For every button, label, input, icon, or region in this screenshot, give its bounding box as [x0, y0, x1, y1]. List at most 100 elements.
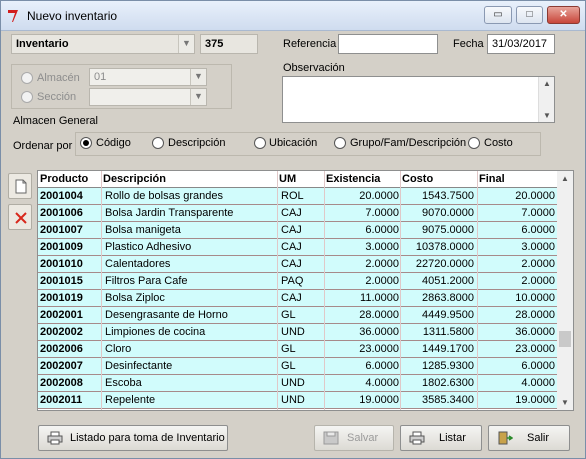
- cell-final: 4.0000: [521, 377, 555, 389]
- cell-um: UND: [281, 377, 305, 389]
- sort-label-codigo: Código: [96, 137, 131, 149]
- table-row[interactable]: 2002006 Cloro GL 23.0000 1449.1700 23.0000: [38, 341, 558, 358]
- table-row[interactable]: 2001007 Bolsa manigeta CAJ 6.0000 9075.0000 6…: [38, 222, 558, 239]
- close-button[interactable]: ✕: [547, 6, 580, 24]
- inventory-type-value: Inventario: [16, 38, 69, 50]
- observacion-textarea[interactable]: ▲ ▼: [282, 76, 555, 123]
- title-bar[interactable]: Nuevo inventario ▭ □ ✕: [1, 1, 585, 31]
- salir-button[interactable]: Salir: [488, 425, 570, 451]
- cell-producto: 2001009: [40, 241, 83, 253]
- inventory-type-select[interactable]: Inventario ▼: [11, 34, 195, 54]
- table-row[interactable]: 2002007 Desinfectante GL 6.0000 1285.9300 6.0…: [38, 358, 558, 375]
- cell-costo: 1449.1700: [422, 343, 474, 355]
- ordenar-label: Ordenar por: [13, 140, 73, 152]
- sort-radio-descripcion[interactable]: [152, 137, 164, 149]
- table-row[interactable]: 2002001 Desengrasante de Horno GL 28.0000 44…: [38, 307, 558, 324]
- chevron-down-icon: ▼: [178, 35, 194, 53]
- table-row[interactable]: 2002008 Escoba UND 4.0000 1802.6300 4.0000: [38, 375, 558, 392]
- cell-existencia: 36.0000: [359, 326, 399, 338]
- cell-existencia: 2.0000: [365, 258, 399, 270]
- sort-radio-costo[interactable]: [468, 137, 480, 149]
- scroll-down-icon[interactable]: ▼: [543, 111, 551, 120]
- col-header-existencia[interactable]: Existencia: [326, 173, 380, 185]
- table-row[interactable]: 2001010 Calentadores CAJ 2.0000 22720.0000 2.…: [38, 256, 558, 273]
- inventory-number-field: 375: [200, 34, 258, 54]
- cell-final: 20.0000: [515, 190, 555, 202]
- scroll-up-icon[interactable]: ▲: [543, 79, 551, 88]
- cell-producto: 2002007: [40, 360, 83, 372]
- scroll-down-icon[interactable]: ▼: [561, 398, 569, 407]
- col-header-final[interactable]: Final: [479, 173, 505, 185]
- table-row[interactable]: 2002002 Limpiones de cocina UND 36.0000 1311…: [38, 324, 558, 341]
- cell-um: CAJ: [281, 292, 302, 304]
- cell-um: CAJ: [281, 258, 302, 270]
- sort-radio-codigo[interactable]: [80, 137, 92, 149]
- col-header-descripcion[interactable]: Descripción: [103, 173, 166, 185]
- scroll-up-icon[interactable]: ▲: [561, 174, 569, 183]
- cell-um: UND: [281, 394, 305, 406]
- table-row[interactable]: 2001004 Rollo de bolsas grandes ROL 20.0000…: [38, 188, 558, 205]
- table-row[interactable]: 2001009 Plastico Adhesivo CAJ 3.0000 10378.0…: [38, 239, 558, 256]
- cell-existencia: 6.0000: [365, 360, 399, 372]
- cell-producto: 2001015: [40, 275, 83, 287]
- cell-producto: 2001019: [40, 292, 83, 304]
- col-header-um[interactable]: UM: [279, 173, 296, 185]
- cell-costo: 10378.0000: [415, 241, 474, 253]
- cell-producto: 2001004: [40, 190, 83, 202]
- delete-row-button[interactable]: [8, 204, 32, 230]
- minimize-button[interactable]: ▭: [484, 6, 512, 24]
- salvar-button[interactable]: Salvar: [314, 425, 394, 451]
- table-row[interactable]: 2001015 Filtros Para Cafe PAQ 2.0000 4051.20…: [38, 273, 558, 290]
- fecha-input[interactable]: 31/03/2017: [487, 34, 555, 54]
- seccion-select[interactable]: ▼: [89, 88, 207, 106]
- col-header-producto[interactable]: Producto: [40, 173, 88, 185]
- cell-existencia: 7.0000: [365, 207, 399, 219]
- cell-descripcion: Bolsa manigeta: [105, 224, 181, 236]
- almacen-radio[interactable]: [21, 72, 33, 84]
- cell-um: PAQ: [281, 275, 304, 287]
- cell-producto: 2001010: [40, 258, 83, 270]
- referencia-input[interactable]: [338, 34, 438, 54]
- scroll-thumb[interactable]: [559, 331, 571, 347]
- listado-toma-inventario-button[interactable]: Listado para toma de Inventario: [38, 425, 228, 451]
- inventory-grid[interactable]: Producto Descripción UM Existencia Costo…: [37, 170, 574, 411]
- cell-producto: 2001006: [40, 207, 83, 219]
- table-row[interactable]: 2001019 Bolsa Ziploc CAJ 11.0000 2863.8000 10…: [38, 290, 558, 307]
- sort-label-costo: Costo: [484, 137, 513, 149]
- cell-costo: 1311.5800: [422, 326, 474, 338]
- cell-costo: 4449.9500: [422, 309, 474, 321]
- cell-producto: 2002002: [40, 326, 83, 338]
- cell-descripcion: Bolsa Ziploc: [105, 292, 165, 304]
- table-row[interactable]: 2001006 Bolsa Jardin Transparente CAJ 7.000…: [38, 205, 558, 222]
- cell-descripcion: Rollo de bolsas grandes: [105, 190, 224, 202]
- almacen-select[interactable]: 01 ▼: [89, 68, 207, 86]
- cell-costo: 3585.3400: [422, 394, 474, 406]
- new-row-button[interactable]: [8, 173, 32, 199]
- cell-final: 2.0000: [521, 258, 555, 270]
- almacen-value: 01: [94, 71, 107, 83]
- seccion-label: Sección: [37, 91, 77, 103]
- seccion-radio[interactable]: [21, 91, 33, 103]
- cell-costo: 1285.9300: [422, 360, 474, 372]
- observacion-scrollbar[interactable]: ▲ ▼: [538, 77, 554, 122]
- chevron-down-icon: ▼: [190, 89, 206, 105]
- cell-um: CAJ: [281, 207, 302, 219]
- col-header-costo[interactable]: Costo: [402, 173, 433, 185]
- sort-radio-ubicacion[interactable]: [254, 137, 266, 149]
- sort-label-grupo: Grupo/Fam/Descripción: [350, 137, 467, 149]
- listar-button[interactable]: Listar: [400, 425, 482, 451]
- inventory-number-value: 375: [205, 38, 224, 50]
- cell-costo: 1802.6300: [422, 377, 474, 389]
- fecha-value: 31/03/2017: [492, 38, 548, 50]
- cell-producto: 2002001: [40, 309, 83, 321]
- chevron-down-icon: ▼: [190, 69, 206, 85]
- cell-descripcion: Repelente: [105, 394, 156, 406]
- table-row[interactable]: 2002011 Repelente UND 19.0000 3585.3400 19.00…: [38, 392, 558, 409]
- cell-costo: 22720.0000: [415, 258, 474, 270]
- maximize-button[interactable]: □: [516, 6, 543, 24]
- grid-scrollbar[interactable]: ▲ ▼: [557, 171, 573, 410]
- cell-existencia: 6.0000: [365, 224, 399, 236]
- cell-producto: 2002011: [40, 394, 83, 406]
- sort-radio-grupo[interactable]: [334, 137, 346, 149]
- printer-icon: [409, 431, 425, 445]
